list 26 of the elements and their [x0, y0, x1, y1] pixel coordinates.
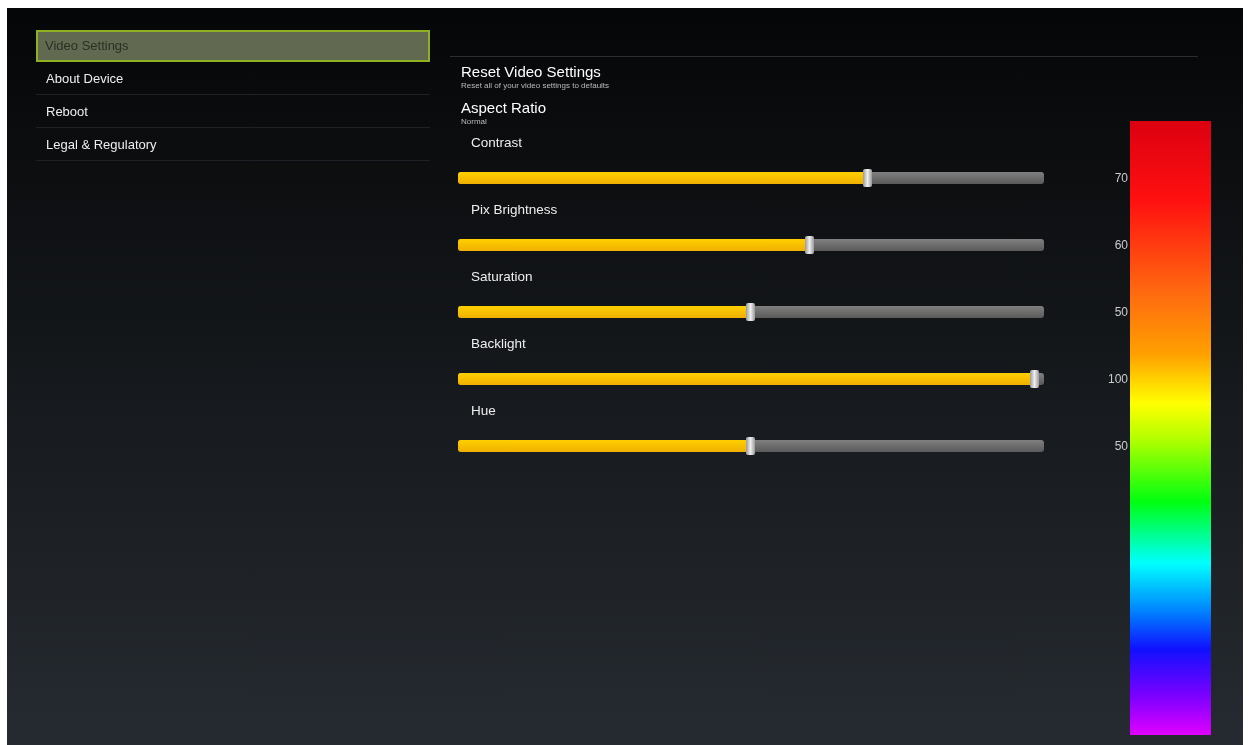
- slider-thumb[interactable]: [1030, 370, 1040, 388]
- slider-value: 50: [1113, 439, 1128, 453]
- slider-track[interactable]: [458, 239, 1044, 251]
- slider-thumb[interactable]: [746, 303, 755, 321]
- setting-title[interactable]: Reset Video Settings: [461, 63, 601, 80]
- slider-label: Pix Brightness: [470, 202, 558, 219]
- slider-track[interactable]: [458, 172, 1044, 184]
- slider-label: Saturation: [470, 269, 533, 286]
- slider-track[interactable]: [458, 440, 1044, 452]
- sidebar-item[interactable]: About Device: [36, 62, 430, 95]
- sidebar-item[interactable]: Legal & Regulatory: [36, 128, 430, 161]
- slider-label: Contrast: [470, 135, 523, 152]
- slider-label: Hue: [470, 403, 496, 420]
- slider-value: 50: [1113, 305, 1128, 319]
- slider-value: 60: [1113, 238, 1128, 252]
- slider-value: 100: [1106, 372, 1128, 386]
- slider-thumb[interactable]: [746, 437, 755, 455]
- slider-thumb[interactable]: [804, 236, 814, 254]
- slider-label: Backlight: [470, 336, 526, 353]
- sidebar-item[interactable]: Reboot: [36, 95, 430, 128]
- slider-track[interactable]: [458, 306, 1044, 318]
- setting-subtitle: Normal: [461, 117, 487, 126]
- slider-value: 70: [1113, 171, 1128, 185]
- setting-subtitle: Reset all of your video settings to defaults: [461, 81, 610, 90]
- slider-thumb[interactable]: [863, 169, 873, 187]
- setting-title[interactable]: Aspect Ratio: [461, 99, 547, 116]
